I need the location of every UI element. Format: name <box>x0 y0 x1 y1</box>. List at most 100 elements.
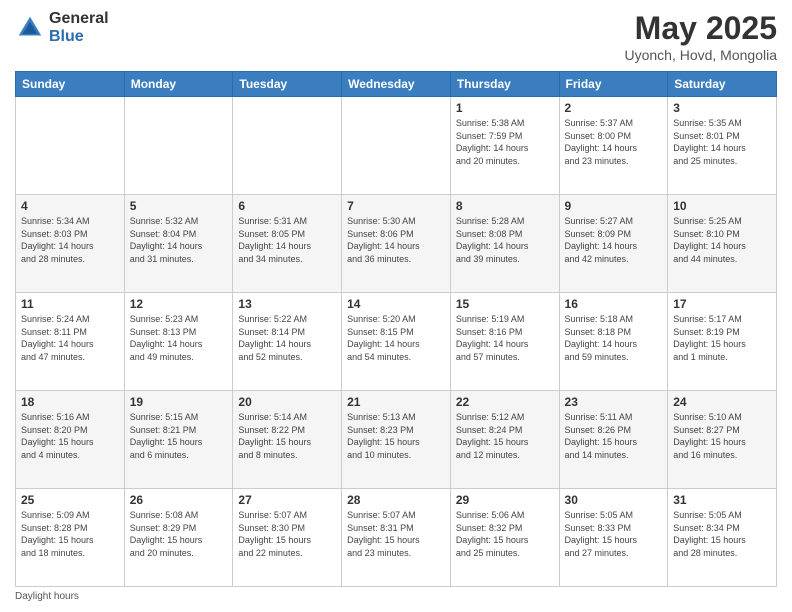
weekday-header-wednesday: Wednesday <box>342 72 451 97</box>
calendar-cell: 20 Sunrise: 5:14 AM Sunset: 8:22 PM Dayli… <box>233 391 342 489</box>
day-number: 10 <box>673 199 771 213</box>
day-info: Sunrise: 5:17 AM Sunset: 8:19 PM Dayligh… <box>673 313 771 363</box>
day-info: Sunrise: 5:38 AM Sunset: 7:59 PM Dayligh… <box>456 117 554 167</box>
calendar-cell: 27Sunrise: 5:07 AM Sunset: 8:30 PM Dayli… <box>233 489 342 587</box>
calendar-cell <box>342 97 451 195</box>
day-info: Sunrise: 5:22 AM Sunset: 8:14 PM Dayligh… <box>238 313 336 363</box>
day-number: 20 <box>238 395 336 409</box>
header: General Blue May 2025 Uyonch, Hovd, Mong… <box>15 10 777 63</box>
day-info: Sunrise: 5:05 AM Sunset: 8:34 PM Dayligh… <box>673 509 771 559</box>
calendar-cell: 10Sunrise: 5:25 AM Sunset: 8:10 PM Dayli… <box>668 195 777 293</box>
week-row-5: 25Sunrise: 5:09 AM Sunset: 8:28 PM Dayli… <box>16 489 777 587</box>
day-number: 4 <box>21 199 119 213</box>
calendar-cell: 4 Sunrise: 5:34 AM Sunset: 8:03 PM Daylig… <box>16 195 125 293</box>
day-number: 17 <box>673 297 771 311</box>
weekday-header-friday: Friday <box>559 72 668 97</box>
day-info: Sunrise: 5:07 AM Sunset: 8:31 PM Dayligh… <box>347 509 445 559</box>
calendar-cell: 17 Sunrise: 5:17 AM Sunset: 8:19 PM Dayli… <box>668 293 777 391</box>
calendar-cell: 24Sunrise: 5:10 AM Sunset: 8:27 PM Dayli… <box>668 391 777 489</box>
calendar-cell: 15Sunrise: 5:19 AM Sunset: 8:16 PM Dayli… <box>450 293 559 391</box>
calendar-cell: 7Sunrise: 5:30 AM Sunset: 8:06 PM Daylig… <box>342 195 451 293</box>
day-number: 21 <box>347 395 445 409</box>
calendar-cell: 19Sunrise: 5:15 AM Sunset: 8:21 PM Dayli… <box>124 391 233 489</box>
day-number: 1 <box>456 101 554 115</box>
day-info: Sunrise: 5:32 AM Sunset: 8:04 PM Dayligh… <box>130 215 228 265</box>
weekday-header-sunday: Sunday <box>16 72 125 97</box>
weekday-header-thursday: Thursday <box>450 72 559 97</box>
day-info: Sunrise: 5:30 AM Sunset: 8:06 PM Dayligh… <box>347 215 445 265</box>
day-number: 13 <box>238 297 336 311</box>
calendar-cell: 29Sunrise: 5:06 AM Sunset: 8:32 PM Dayli… <box>450 489 559 587</box>
logo-icon <box>15 13 45 43</box>
calendar-cell: 18 Sunrise: 5:16 AM Sunset: 8:20 PM Dayli… <box>16 391 125 489</box>
day-info: Sunrise: 5:16 AM Sunset: 8:20 PM Dayligh… <box>21 411 119 461</box>
day-number: 3 <box>673 101 771 115</box>
calendar-table: SundayMondayTuesdayWednesdayThursdayFrid… <box>15 71 777 587</box>
calendar-cell: 28 Sunrise: 5:07 AM Sunset: 8:31 PM Dayli… <box>342 489 451 587</box>
day-info: Sunrise: 5:27 AM Sunset: 8:09 PM Dayligh… <box>565 215 663 265</box>
day-info: Sunrise: 5:24 AM Sunset: 8:11 PM Dayligh… <box>21 313 119 363</box>
footer-text: Daylight hours <box>15 591 79 602</box>
day-info: Sunrise: 5:11 AM Sunset: 8:26 PM Dayligh… <box>565 411 663 461</box>
day-info: Sunrise: 5:31 AM Sunset: 8:05 PM Dayligh… <box>238 215 336 265</box>
calendar-cell: 13 Sunrise: 5:22 AM Sunset: 8:14 PM Dayli… <box>233 293 342 391</box>
day-number: 14 <box>347 297 445 311</box>
calendar-cell <box>16 97 125 195</box>
calendar-cell <box>124 97 233 195</box>
calendar-cell: 6Sunrise: 5:31 AM Sunset: 8:05 PM Daylig… <box>233 195 342 293</box>
day-info: Sunrise: 5:35 AM Sunset: 8:01 PM Dayligh… <box>673 117 771 167</box>
calendar-body: 1 Sunrise: 5:38 AM Sunset: 7:59 PM Daylig… <box>16 97 777 587</box>
title-month: May 2025 <box>624 10 777 47</box>
day-info: Sunrise: 5:14 AM Sunset: 8:22 PM Dayligh… <box>238 411 336 461</box>
calendar-cell: 12 Sunrise: 5:23 AM Sunset: 8:13 PM Dayli… <box>124 293 233 391</box>
weekday-header-tuesday: Tuesday <box>233 72 342 97</box>
day-number: 11 <box>21 297 119 311</box>
week-row-1: 1 Sunrise: 5:38 AM Sunset: 7:59 PM Daylig… <box>16 97 777 195</box>
day-number: 28 <box>347 493 445 507</box>
logo: General Blue <box>15 10 109 45</box>
calendar-cell: 14 Sunrise: 5:20 AM Sunset: 8:15 PM Dayli… <box>342 293 451 391</box>
calendar-cell: 1 Sunrise: 5:38 AM Sunset: 7:59 PM Daylig… <box>450 97 559 195</box>
day-info: Sunrise: 5:10 AM Sunset: 8:27 PM Dayligh… <box>673 411 771 461</box>
day-number: 12 <box>130 297 228 311</box>
weekday-row: SundayMondayTuesdayWednesdayThursdayFrid… <box>16 72 777 97</box>
week-row-3: 11 Sunrise: 5:24 AM Sunset: 8:11 PM Dayli… <box>16 293 777 391</box>
calendar-cell: 31 Sunrise: 5:05 AM Sunset: 8:34 PM Dayli… <box>668 489 777 587</box>
calendar-cell: 26 Sunrise: 5:08 AM Sunset: 8:29 PM Dayli… <box>124 489 233 587</box>
day-info: Sunrise: 5:34 AM Sunset: 8:03 PM Dayligh… <box>21 215 119 265</box>
day-info: Sunrise: 5:28 AM Sunset: 8:08 PM Dayligh… <box>456 215 554 265</box>
day-number: 18 <box>21 395 119 409</box>
day-number: 2 <box>565 101 663 115</box>
calendar-cell: 11 Sunrise: 5:24 AM Sunset: 8:11 PM Dayli… <box>16 293 125 391</box>
day-number: 26 <box>130 493 228 507</box>
day-number: 25 <box>21 493 119 507</box>
day-info: Sunrise: 5:23 AM Sunset: 8:13 PM Dayligh… <box>130 313 228 363</box>
day-info: Sunrise: 5:20 AM Sunset: 8:15 PM Dayligh… <box>347 313 445 363</box>
page: General Blue May 2025 Uyonch, Hovd, Mong… <box>0 0 792 612</box>
day-number: 31 <box>673 493 771 507</box>
calendar-cell: 25Sunrise: 5:09 AM Sunset: 8:28 PM Dayli… <box>16 489 125 587</box>
logo-blue: Blue <box>49 28 109 46</box>
logo-text: General Blue <box>49 10 109 45</box>
day-info: Sunrise: 5:08 AM Sunset: 8:29 PM Dayligh… <box>130 509 228 559</box>
weekday-header-monday: Monday <box>124 72 233 97</box>
day-number: 15 <box>456 297 554 311</box>
footer-note: Daylight hours <box>15 591 777 602</box>
calendar-cell: 3 Sunrise: 5:35 AM Sunset: 8:01 PM Daylig… <box>668 97 777 195</box>
day-info: Sunrise: 5:18 AM Sunset: 8:18 PM Dayligh… <box>565 313 663 363</box>
day-number: 23 <box>565 395 663 409</box>
week-row-4: 18 Sunrise: 5:16 AM Sunset: 8:20 PM Dayli… <box>16 391 777 489</box>
title-location: Uyonch, Hovd, Mongolia <box>624 47 777 63</box>
day-info: Sunrise: 5:12 AM Sunset: 8:24 PM Dayligh… <box>456 411 554 461</box>
calendar-cell: 16Sunrise: 5:18 AM Sunset: 8:18 PM Dayli… <box>559 293 668 391</box>
week-row-2: 4 Sunrise: 5:34 AM Sunset: 8:03 PM Daylig… <box>16 195 777 293</box>
day-number: 5 <box>130 199 228 213</box>
calendar-header: SundayMondayTuesdayWednesdayThursdayFrid… <box>16 72 777 97</box>
calendar-cell: 22 Sunrise: 5:12 AM Sunset: 8:24 PM Dayli… <box>450 391 559 489</box>
day-number: 22 <box>456 395 554 409</box>
day-number: 27 <box>238 493 336 507</box>
calendar-cell: 30Sunrise: 5:05 AM Sunset: 8:33 PM Dayli… <box>559 489 668 587</box>
calendar-cell: 8Sunrise: 5:28 AM Sunset: 8:08 PM Daylig… <box>450 195 559 293</box>
logo-general: General <box>49 10 109 28</box>
title-block: May 2025 Uyonch, Hovd, Mongolia <box>624 10 777 63</box>
